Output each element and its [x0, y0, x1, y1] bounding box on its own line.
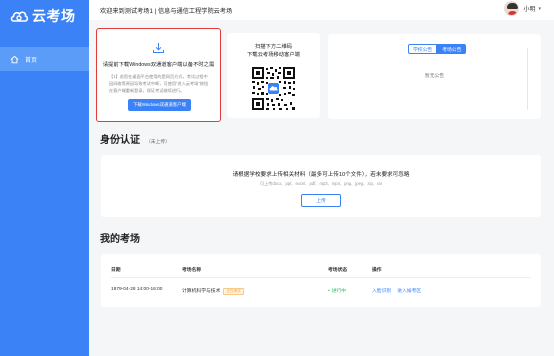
scrollbar[interactable]	[526, 48, 528, 110]
page-title: 欢迎来到测试考场1 | 信息与通信工程学院云考场	[100, 7, 233, 15]
face-recognition-link[interactable]: 入脸识别	[372, 289, 391, 294]
sidebar-item-home[interactable]: 首页	[0, 47, 89, 71]
upload-instruction: 请根据学校要求上传相关材料（最多可上传10个文件），若未要求可忽略	[232, 172, 410, 178]
status-badge: 正在考试	[223, 288, 244, 295]
chevron-down-icon[interactable]: ▾	[538, 6, 541, 12]
column-header-status: 考场状态	[328, 268, 348, 273]
exam-name-cell: 计算机科学与技术 正在考试	[182, 287, 244, 295]
allowed-file-types: 可上传docx、ppt、excel、pdf、mp3、mp4、png、jpeg、z…	[259, 181, 383, 186]
avatar[interactable]	[504, 1, 520, 16]
user-name: 小明	[523, 7, 536, 13]
app-logo[interactable]: 云考场	[9, 6, 76, 26]
column-header-actions: 操作	[372, 268, 382, 273]
my-exams-title: 我的考场	[100, 234, 140, 245]
qr-title-line2: 下载云考场移动客户端	[247, 52, 300, 58]
identity-title: 身份认证	[100, 135, 140, 146]
announcement-tabs: 学校公告 考场公告	[408, 44, 467, 54]
tab-school-announcement[interactable]: 学校公告	[408, 44, 438, 54]
identity-status: （未上传）	[146, 140, 170, 145]
sidebar-item-label: 首页	[25, 57, 38, 64]
logo-text: 云考场	[32, 8, 76, 24]
column-header-date: 日期	[111, 268, 121, 273]
identity-section-title: 身份认证 （未上传）	[100, 131, 170, 146]
cloud-logo-icon	[10, 11, 29, 22]
download-title: 请提前下载Windows双通道客户端以备不时之需	[102, 62, 215, 68]
exam-actions: 入脸识别 进入候考区	[372, 287, 427, 294]
exam-status: 进行中	[328, 287, 346, 294]
sidebar: 云考场 首页	[0, 0, 89, 356]
download-windows-client-button[interactable]: 下载Windows双通道客户端	[128, 99, 191, 111]
home-icon	[10, 55, 19, 63]
exam-name: 计算机科学与技术	[182, 289, 221, 294]
user-menu[interactable]: 小明 ▾	[504, 1, 541, 16]
qr-code-card: 扫描下方二维码 下载云考场移动客户端	[227, 33, 320, 118]
enter-waiting-room-link[interactable]: 进入候考区	[397, 289, 421, 294]
upload-button[interactable]: 上传	[301, 194, 341, 207]
qr-title: 扫描下方二维码 下载云考场移动客户端	[227, 43, 320, 59]
empty-announcement-text: 暂无公告	[424, 74, 445, 79]
qr-code-image	[251, 66, 296, 111]
top-bar: 欢迎来到测试考场1 | 信息与通信工程学院云考场 小明 ▾	[89, 0, 554, 20]
exams-table: 日期 考场名称 考场状态 操作 1979-04-28 14:00-16:00 计…	[101, 254, 541, 307]
announcement-card: 学校公告 考场公告 暂无公告	[328, 34, 541, 119]
qr-title-line1: 扫描下方二维码	[254, 44, 293, 50]
exam-date: 1979-04-28 14:00-16:00	[111, 287, 163, 292]
divider	[111, 277, 531, 278]
tab-exam-announcement[interactable]: 考场公告	[437, 44, 467, 54]
column-header-name: 考场名称	[182, 268, 202, 273]
download-icon	[153, 43, 164, 53]
download-description: 【1】若您在桌面平台使用的是网页方式，考试过程中因网络等原因导致考试中断，可使用…	[109, 74, 209, 93]
download-client-card: 请提前下载Windows双通道客户端以备不时之需 【1】若您在桌面平台使用的是网…	[96, 28, 221, 122]
identity-upload-card: 请根据学校要求上传相关材料（最多可上传10个文件），若未要求可忽略 可上传doc…	[101, 155, 541, 217]
